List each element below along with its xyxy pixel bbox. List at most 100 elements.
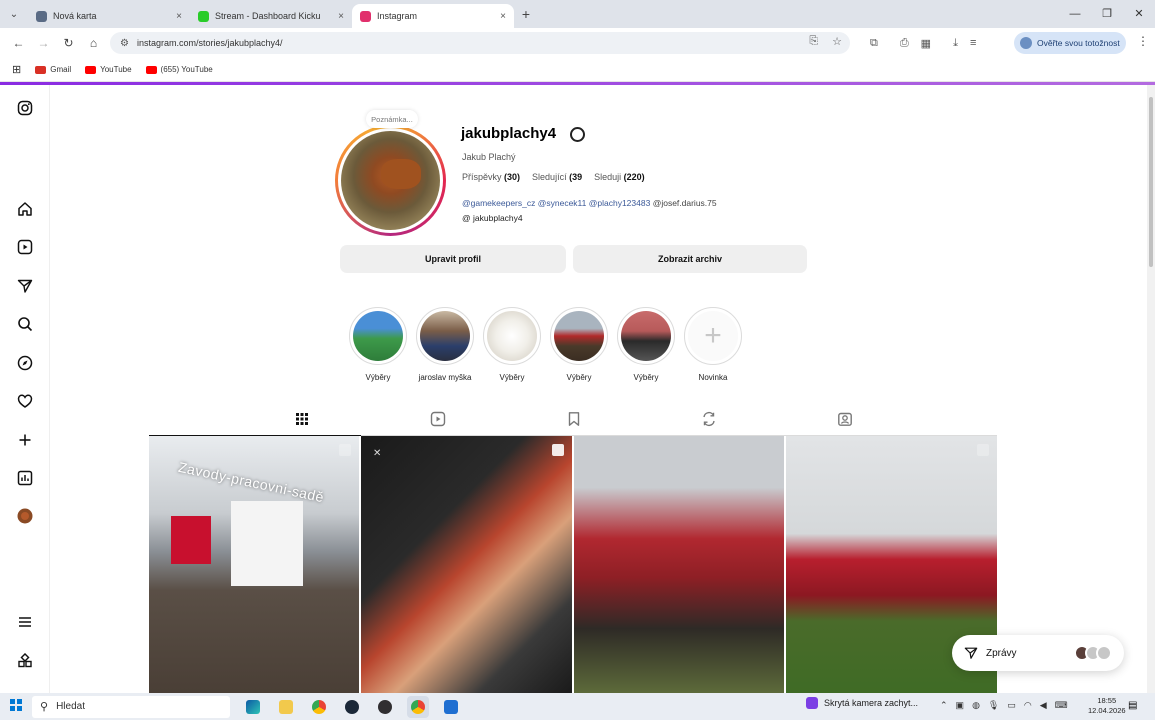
post-tile[interactable]: Zavody-pracovni-sadě (149, 436, 359, 693)
page-scrollbar[interactable] (1147, 85, 1155, 693)
stat-following[interactable]: Sleduji (220) (594, 172, 645, 182)
tab-close-icon[interactable]: × (500, 11, 506, 22)
reels-icon[interactable] (16, 238, 34, 256)
tab-instagram[interactable]: Instagram × (352, 4, 514, 28)
tab-reposts-icon[interactable] (701, 411, 717, 427)
forward-icon[interactable]: → (31, 36, 56, 50)
stat-posts[interactable]: Příspěvky (30) (462, 172, 520, 182)
taskbar-notification-app[interactable]: Skrytá kamera zachyt... (806, 697, 918, 709)
tab-close-icon[interactable]: × (338, 11, 344, 22)
print-icon[interactable]: ⎙ (900, 37, 909, 50)
tab-search-chevron-icon[interactable]: ⌄ (0, 0, 28, 28)
media-app-icon[interactable] (440, 696, 462, 718)
messages-label: Zprávy (986, 647, 1017, 659)
verify-identity-button[interactable]: Ověřte svou totožnost (1014, 32, 1126, 54)
install-app-icon[interactable]: ⎘ (809, 35, 818, 48)
file-explorer-icon[interactable] (275, 696, 297, 718)
highlight-ring (483, 307, 541, 365)
notifications-heart-icon[interactable] (16, 392, 34, 410)
stat-followers[interactable]: Sledující (39 (532, 172, 582, 182)
tab-tagged-icon[interactable] (837, 411, 853, 427)
tab-new-tab[interactable]: Nová karta × (28, 4, 190, 28)
qr-icon[interactable]: ▦ (921, 37, 931, 50)
bookmark-star-icon[interactable]: ☆ (832, 35, 842, 48)
taskbar-clock[interactable]: 18:55 12.04.2026 (1088, 696, 1126, 716)
highlight-item[interactable]: Výběry (614, 307, 678, 382)
note-bubble[interactable]: Poznámka... (366, 110, 418, 128)
back-icon[interactable]: ← (6, 36, 31, 50)
chrome-active-app-icon[interactable] (407, 695, 429, 718)
mention-link[interactable]: @gamekeepers_cz (462, 198, 535, 208)
settings-gear-icon[interactable] (570, 127, 585, 142)
apps-grid-icon[interactable]: ⊞ (12, 63, 21, 76)
extensions-icon[interactable]: ⧉ (870, 37, 878, 50)
instagram-logo-icon[interactable] (16, 99, 34, 117)
search-icon[interactable] (16, 315, 34, 333)
highlight-item[interactable]: Výběry (346, 307, 410, 382)
bookmarks-bar: ⊞ Gmail YouTube (655) YouTube (0, 58, 1155, 82)
direct-messages-icon[interactable] (16, 277, 34, 295)
highlight-ring (550, 307, 608, 365)
profile-avatar-icon[interactable] (16, 507, 34, 525)
scrollbar-thumb[interactable] (1149, 97, 1153, 267)
new-tab-button[interactable]: + (514, 6, 538, 22)
post-tile[interactable]: ✕ (361, 436, 572, 693)
edge-app-icon[interactable] (242, 696, 264, 718)
profile-full-name: Jakub Plachý (462, 152, 516, 162)
start-button[interactable] (0, 698, 32, 716)
minimize-button[interactable]: — (1059, 0, 1091, 28)
obs-app-icon[interactable] (374, 696, 396, 718)
volume-icon[interactable]: ◀ (1040, 700, 1047, 711)
insights-chart-icon[interactable] (16, 469, 34, 487)
bookmark-youtube-655[interactable]: (655) YouTube (145, 65, 213, 74)
wifi-icon[interactable]: ◠ (1024, 700, 1032, 711)
tray-chevron-icon[interactable]: ⌃ (940, 700, 948, 711)
stat-value: (30) (504, 172, 521, 182)
tab-saved-bookmark-icon[interactable] (566, 411, 582, 427)
browser-menu-icon[interactable]: ⋮ (1137, 34, 1149, 48)
tray-app-icon[interactable]: ▣ (956, 700, 965, 711)
site-info-icon[interactable]: ⚙ (120, 38, 129, 49)
avatar-border (338, 128, 443, 233)
steam-app-icon[interactable] (341, 696, 363, 718)
mention-link[interactable]: @plachy123483 (589, 198, 651, 208)
new-highlight-button[interactable]: + Novinka (681, 307, 745, 382)
tab-kick-dashboard[interactable]: Stream - Dashboard Kicku × (190, 4, 352, 28)
notification-center-icon[interactable]: ▤ (1128, 700, 1137, 711)
home-icon[interactable] (16, 200, 34, 218)
taskbar-search[interactable]: ⚲ Hledat (32, 695, 230, 718)
reading-list-icon[interactable]: ≡ (970, 37, 976, 50)
battery-icon[interactable]: ▭ (1007, 700, 1016, 711)
explore-compass-icon[interactable] (16, 354, 34, 372)
bookmark-youtube[interactable]: YouTube (85, 65, 132, 74)
maximize-button[interactable]: ❐ (1091, 0, 1123, 28)
mention-link[interactable]: @synecek11 (538, 198, 587, 208)
messages-pill[interactable]: Zprávy (952, 635, 1124, 671)
tab-reels-icon[interactable] (430, 411, 446, 427)
tray-camera-icon[interactable]: ◍ (972, 700, 980, 711)
highlight-item[interactable]: jaroslav myška (413, 307, 477, 382)
download-icon[interactable]: ⤓ (953, 37, 958, 50)
reload-icon[interactable]: ↻ (56, 36, 81, 50)
more-menu-icon[interactable] (16, 613, 34, 631)
highlight-item[interactable]: Výběry (480, 307, 544, 382)
highlight-cover (420, 311, 470, 361)
post-tile[interactable] (574, 436, 784, 693)
profile-avatar-story-ring[interactable] (335, 125, 446, 236)
keyboard-icon[interactable]: ⌨ (1055, 700, 1068, 711)
create-plus-icon[interactable] (16, 431, 34, 449)
tab-close-icon[interactable]: × (176, 11, 182, 22)
tab-posts-grid-icon[interactable] (294, 411, 310, 427)
mention-link[interactable]: @josef.darius.75 (653, 198, 717, 208)
microphone-icon[interactable]: 🎙 (988, 700, 999, 711)
close-window-button[interactable]: ✕ (1123, 0, 1155, 28)
threads-link[interactable]: @ jakubplachy4 (462, 213, 523, 223)
meta-apps-icon[interactable] (16, 652, 34, 670)
edit-profile-button[interactable]: Upravit profil (340, 245, 566, 273)
address-bar[interactable]: ⚙ instagram.com/stories/jakubplachy4/ ⎘ … (110, 32, 850, 54)
bookmark-gmail[interactable]: Gmail (35, 65, 71, 74)
chrome-app-icon[interactable] (308, 696, 330, 718)
highlight-item[interactable]: Výběry (547, 307, 611, 382)
home-icon[interactable]: ⌂ (81, 36, 106, 50)
view-archive-button[interactable]: Zobrazit archiv (573, 245, 807, 273)
